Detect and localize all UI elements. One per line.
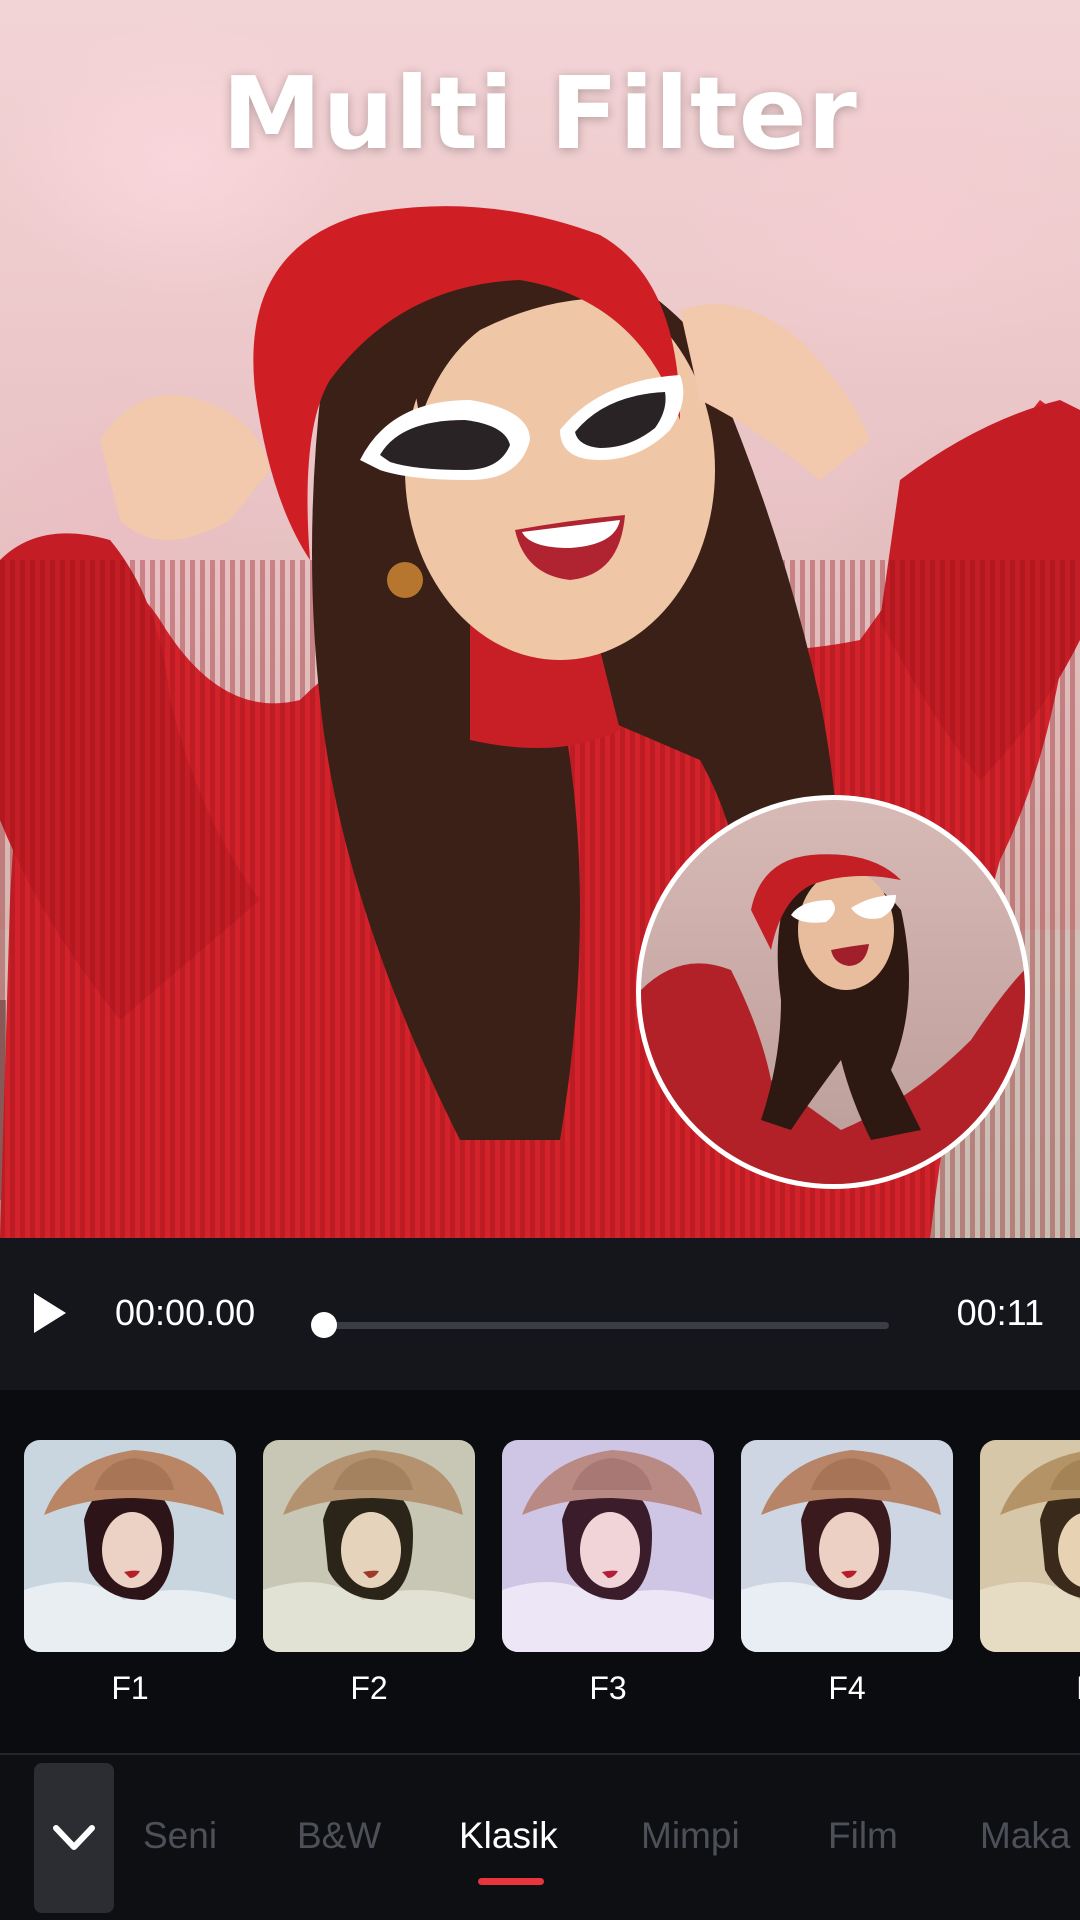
- before-after-preview[interactable]: [636, 795, 1030, 1189]
- tab-seni[interactable]: Seni: [143, 1815, 217, 1857]
- tab-maka[interactable]: Maka: [980, 1815, 1070, 1857]
- filter-thumbnail[interactable]: [263, 1440, 475, 1652]
- video-player-bar: 00:00.00 00:11: [0, 1238, 1080, 1390]
- page-title: Multi Filter: [222, 55, 858, 172]
- filter-strip: F1 F2 F3 F4: [0, 1390, 1080, 1753]
- filter-thumbnail[interactable]: [980, 1440, 1080, 1652]
- play-icon[interactable]: [30, 1290, 70, 1336]
- active-tab-indicator: [478, 1878, 544, 1885]
- filter-item[interactable]: F4: [741, 1440, 953, 1707]
- chevron-down-icon: [53, 1825, 95, 1850]
- original-photo-thumbnail: [641, 854, 1025, 1184]
- tab-film[interactable]: Film: [828, 1815, 898, 1857]
- photo-preview: Multi Filter: [0, 0, 1080, 1238]
- filter-item[interactable]: F2: [263, 1440, 475, 1707]
- filter-item[interactable]: F1: [24, 1440, 236, 1707]
- total-time: 00:11: [956, 1292, 1044, 1333]
- filter-label: F2: [350, 1670, 388, 1706]
- filter-item[interactable]: F3: [502, 1440, 714, 1707]
- seek-thumb[interactable]: [311, 1312, 337, 1338]
- filter-label: F4: [828, 1670, 866, 1706]
- filter-thumbnail[interactable]: [24, 1440, 236, 1652]
- current-time: 00:00.00: [115, 1292, 256, 1333]
- filter-label: F1: [111, 1670, 149, 1706]
- seek-bar[interactable]: [324, 1322, 889, 1329]
- filter-label: F: [980, 1670, 1080, 1707]
- tab-klasik[interactable]: Klasik: [459, 1815, 558, 1857]
- tab-bw[interactable]: B&W: [297, 1815, 381, 1857]
- filter-thumbnail[interactable]: [741, 1440, 953, 1652]
- collapse-button[interactable]: [34, 1763, 114, 1913]
- tab-mimpi[interactable]: Mimpi: [641, 1815, 740, 1857]
- filter-label: F3: [589, 1670, 627, 1706]
- filter-thumbnail[interactable]: [502, 1440, 714, 1652]
- filter-category-tabs: Seni B&W Klasik Mimpi Film Maka: [0, 1753, 1080, 1920]
- filter-item[interactable]: F: [980, 1440, 1080, 1707]
